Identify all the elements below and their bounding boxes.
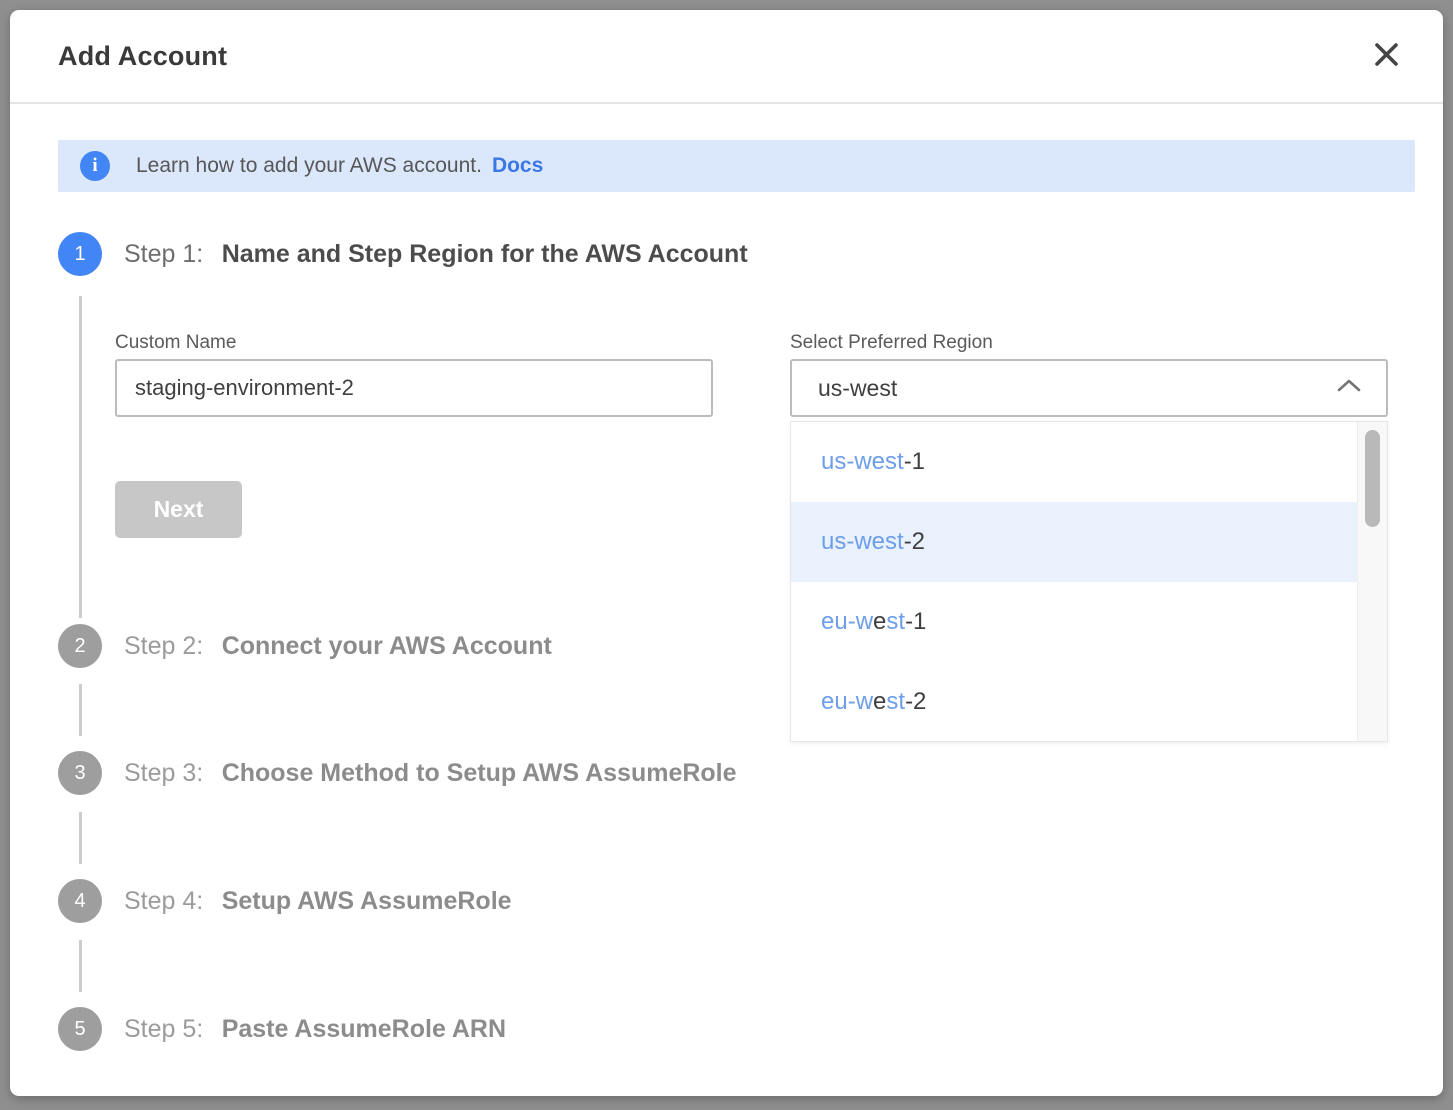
rest-text: e — [873, 688, 886, 716]
rest-text: -2 — [905, 688, 926, 716]
step-connector-2 — [79, 684, 82, 736]
rest-text: e — [873, 608, 886, 636]
step-3-badge: 3 — [58, 751, 102, 795]
region-option-us-west-1[interactable]: us-west-1 — [791, 422, 1358, 502]
rest-text: -1 — [904, 448, 925, 476]
info-banner: i Learn how to add your AWS account. Doc… — [58, 140, 1415, 192]
region-option-eu-west-2[interactable]: eu-west-2 — [791, 662, 1358, 742]
banner-text: Learn how to add your AWS account. — [136, 154, 482, 178]
match-text: st — [886, 608, 905, 636]
close-icon — [1373, 41, 1400, 71]
match-text: us-west — [821, 448, 904, 476]
custom-name-input[interactable] — [115, 359, 713, 417]
step-4-title: Setup AWS AssumeRole — [222, 887, 512, 915]
step-1-badge: 1 — [58, 232, 102, 276]
match-text: us-west — [821, 528, 904, 556]
step-2-badge: 2 — [58, 624, 102, 668]
step-3-label: Step 3: — [124, 759, 203, 787]
close-button[interactable] — [1369, 39, 1403, 73]
step-4-badge: 4 — [58, 879, 102, 923]
info-icon: i — [80, 151, 110, 181]
step-connector-3 — [79, 812, 82, 864]
rest-text: -2 — [904, 528, 925, 556]
step-row-3: 3 Step 3: Choose Method to Setup AWS Ass… — [58, 751, 737, 795]
dropdown-scrollbar-thumb[interactable] — [1365, 430, 1380, 527]
docs-link[interactable]: Docs — [492, 154, 543, 178]
region-select-value: us-west — [818, 375, 897, 402]
step-row-1: 1 Step 1: Name and Step Region for the A… — [58, 232, 748, 276]
region-option-us-west-2[interactable]: us-west-2 — [791, 502, 1358, 582]
modal-title: Add Account — [58, 41, 227, 72]
step-connector-1 — [79, 296, 82, 618]
region-select[interactable]: us-west — [790, 359, 1388, 417]
modal-header: Add Account — [10, 10, 1443, 104]
region-option-list: us-west-1 us-west-2 eu-west-1 eu-west-2 — [791, 422, 1358, 741]
step-5-label: Step 5: — [124, 1015, 203, 1043]
dropdown-scrollbar-track[interactable] — [1357, 422, 1387, 741]
step-3-heading: Step 3: Choose Method to Setup AWS Assum… — [124, 759, 737, 788]
step-row-2: 2 Step 2: Connect your AWS Account — [58, 624, 552, 668]
rest-text: -1 — [905, 608, 926, 636]
match-text: st — [886, 688, 905, 716]
region-option-eu-west-1[interactable]: eu-west-1 — [791, 582, 1358, 662]
step-connector-4 — [79, 940, 82, 992]
step-2-label: Step 2: — [124, 632, 203, 660]
step-row-4: 4 Step 4: Setup AWS AssumeRole — [58, 879, 512, 923]
step-1-heading: Step 1: Name and Step Region for the AWS… — [124, 240, 748, 269]
region-label: Select Preferred Region — [790, 332, 993, 354]
step-4-label: Step 4: — [124, 887, 203, 915]
step-5-title: Paste AssumeRole ARN — [222, 1015, 506, 1043]
add-account-modal: Add Account i Learn how to add your AWS … — [10, 10, 1443, 1096]
step-row-5: 5 Step 5: Paste AssumeRole ARN — [58, 1007, 506, 1051]
chevron-up-icon — [1336, 378, 1362, 398]
step-5-heading: Step 5: Paste AssumeRole ARN — [124, 1015, 506, 1044]
step-1-label: Step 1: — [124, 240, 203, 268]
custom-name-label: Custom Name — [115, 332, 236, 354]
step-2-heading: Step 2: Connect your AWS Account — [124, 632, 552, 661]
step-1-title: Name and Step Region for the AWS Account — [222, 240, 748, 268]
match-text: eu-w — [821, 608, 873, 636]
next-button[interactable]: Next — [115, 481, 242, 538]
region-dropdown: us-west-1 us-west-2 eu-west-1 eu-west-2 — [790, 421, 1388, 742]
step-4-heading: Step 4: Setup AWS AssumeRole — [124, 887, 512, 916]
step-5-badge: 5 — [58, 1007, 102, 1051]
match-text: eu-w — [821, 688, 873, 716]
step-3-title: Choose Method to Setup AWS AssumeRole — [222, 759, 737, 787]
step-2-title: Connect your AWS Account — [222, 632, 552, 660]
